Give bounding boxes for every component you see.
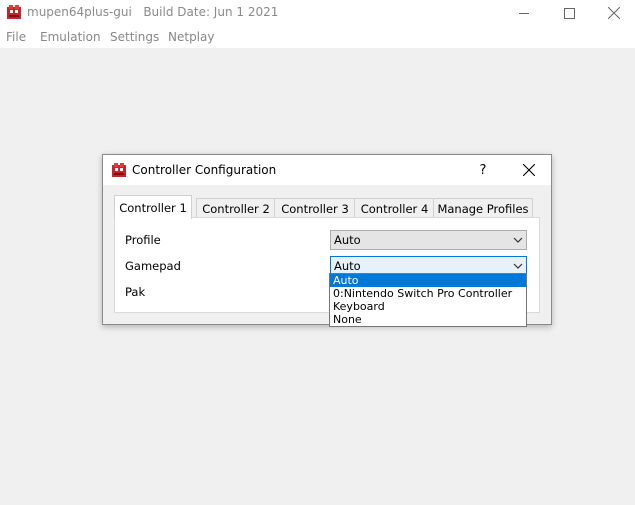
menu-netplay[interactable]: Netplay bbox=[168, 30, 214, 44]
tab-controller-1[interactable]: Controller 1 bbox=[114, 195, 192, 219]
chevron-down-icon bbox=[513, 263, 523, 269]
dialog-close-button[interactable] bbox=[509, 155, 549, 185]
minimize-button[interactable] bbox=[501, 0, 547, 26]
menubar: File Emulation Settings Netplay bbox=[0, 26, 635, 48]
dialog-titlebar: Controller Configuration ? bbox=[103, 155, 551, 185]
maximize-icon bbox=[563, 7, 575, 19]
window-titlebar: mupen64plus-gui Build Date: Jun 1 2021 bbox=[0, 0, 635, 26]
menu-settings[interactable]: Settings bbox=[110, 30, 159, 44]
close-icon bbox=[523, 164, 535, 176]
gamepad-option-switch-pro[interactable]: 0:Nintendo Switch Pro Controller bbox=[330, 287, 526, 300]
help-button[interactable]: ? bbox=[465, 155, 501, 185]
gamepad-dropdown-list: Auto 0:Nintendo Switch Pro Controller Ke… bbox=[329, 273, 527, 327]
close-icon bbox=[608, 7, 620, 19]
gamepad-select-value: Auto bbox=[334, 259, 361, 273]
tab-manage-profiles[interactable]: Manage Profiles bbox=[433, 198, 533, 218]
mupen64plus-app-icon bbox=[7, 5, 21, 19]
gamepad-option-auto[interactable]: Auto bbox=[330, 274, 526, 287]
gamepad-option-none[interactable]: None bbox=[330, 313, 526, 326]
gamepad-label: Gamepad bbox=[125, 259, 181, 273]
menu-file[interactable]: File bbox=[6, 30, 26, 44]
profile-select-value: Auto bbox=[334, 233, 361, 247]
pak-label: Pak bbox=[125, 285, 146, 299]
profile-label: Profile bbox=[125, 233, 161, 247]
profile-select[interactable]: Auto bbox=[330, 230, 527, 250]
mupen64plus-app-icon bbox=[112, 163, 126, 177]
maximize-button[interactable] bbox=[546, 0, 592, 26]
tab-controller-3[interactable]: Controller 3 bbox=[274, 198, 356, 218]
minimize-icon bbox=[518, 12, 529, 14]
build-date: Build Date: Jun 1 2021 bbox=[143, 5, 279, 19]
tab-controller-4[interactable]: Controller 4 bbox=[354, 198, 435, 218]
chevron-down-icon bbox=[513, 237, 523, 243]
close-button[interactable] bbox=[591, 0, 635, 26]
app-name: mupen64plus-gui bbox=[27, 5, 132, 19]
dialog-title: Controller Configuration bbox=[132, 163, 277, 177]
tab-controller-2[interactable]: Controller 2 bbox=[196, 198, 276, 218]
gamepad-option-keyboard[interactable]: Keyboard bbox=[330, 300, 526, 313]
window-title: mupen64plus-gui Build Date: Jun 1 2021 bbox=[27, 5, 278, 19]
menu-emulation[interactable]: Emulation bbox=[40, 30, 101, 44]
